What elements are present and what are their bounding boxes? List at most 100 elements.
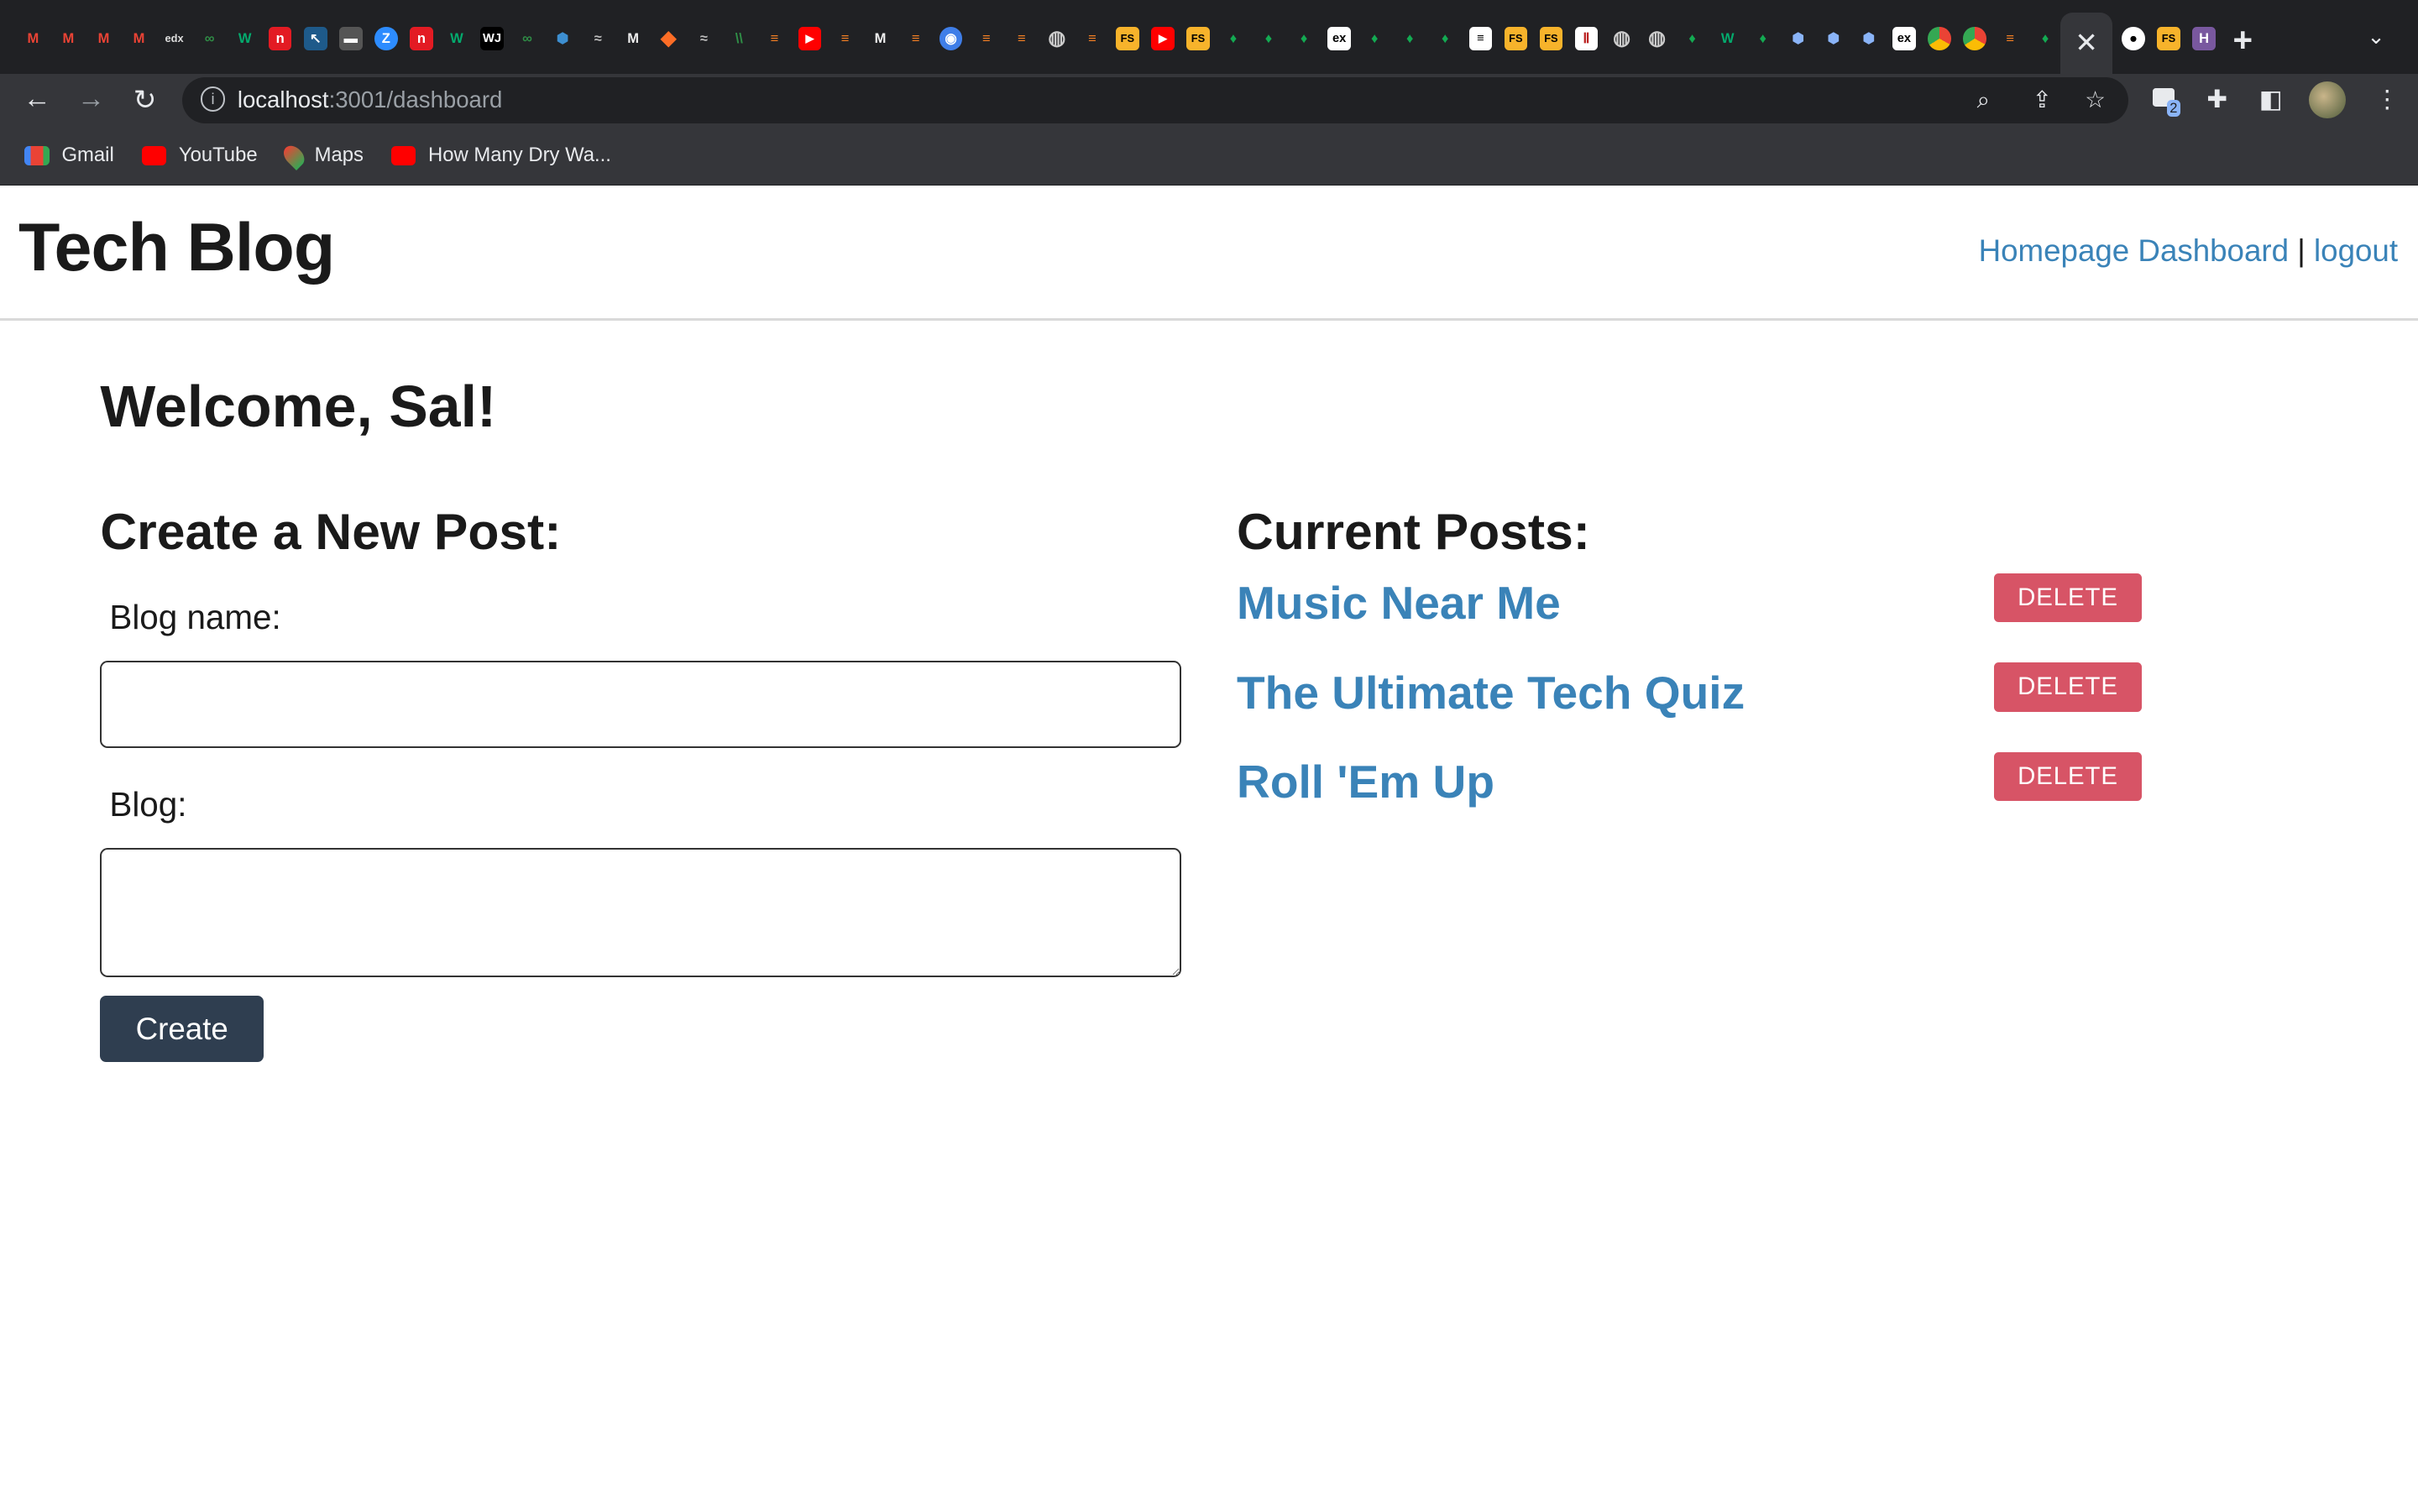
tab[interactable]: ≡ bbox=[1992, 22, 2028, 55]
tab[interactable]: ↖ bbox=[298, 22, 333, 55]
tab[interactable]: FS bbox=[1110, 22, 1145, 55]
tab-search-chevron-icon[interactable]: ⌄ bbox=[2367, 24, 2385, 50]
bookmark-how-many-dry-walls[interactable]: How Many Dry Wa... bbox=[390, 144, 611, 167]
tab[interactable]: ◍ bbox=[1604, 22, 1639, 55]
tab[interactable]: ♦ bbox=[1392, 22, 1427, 55]
profile-avatar[interactable] bbox=[2308, 81, 2346, 119]
delete-post-button[interactable]: DELETE bbox=[1993, 573, 2143, 623]
share-icon[interactable]: ⇪ bbox=[2033, 86, 2052, 113]
tab[interactable]: M bbox=[50, 22, 86, 55]
tab[interactable]: ♦ bbox=[1745, 22, 1781, 55]
tab[interactable]: M bbox=[86, 22, 121, 55]
tab[interactable]: edx bbox=[157, 22, 192, 55]
side-panel-icon[interactable]: ◧ bbox=[2259, 85, 2283, 114]
tab[interactable]: ≡ bbox=[898, 22, 934, 55]
tab[interactable]: n bbox=[263, 22, 298, 55]
tab[interactable]: WJ bbox=[474, 22, 510, 55]
bookmark-gmail[interactable]: Gmail bbox=[24, 144, 114, 167]
bookmark-maps[interactable]: Maps bbox=[279, 141, 364, 170]
zoom-icon: Z bbox=[374, 27, 398, 50]
tab[interactable]: ≈ bbox=[686, 22, 721, 55]
tab[interactable]: ≡ bbox=[827, 22, 862, 55]
cube-icon: ⬢ bbox=[1862, 29, 1876, 46]
tab[interactable]: W bbox=[1710, 22, 1745, 55]
delete-post-button[interactable]: DELETE bbox=[1993, 751, 2143, 802]
post-title-link[interactable]: The Ultimate Tech Quiz bbox=[1237, 666, 1745, 719]
extension-badge-icon[interactable]: 2 bbox=[2153, 85, 2181, 118]
tab[interactable]: ▶ bbox=[1145, 22, 1180, 55]
tab[interactable]: ♦ bbox=[1286, 22, 1322, 55]
tab[interactable]: ex bbox=[1887, 22, 1922, 55]
tab[interactable]: ● bbox=[2116, 22, 2151, 55]
blog-name-input[interactable] bbox=[100, 660, 1181, 749]
tab[interactable]: ♦ bbox=[1216, 22, 1251, 55]
tab[interactable]: ♦ bbox=[1251, 22, 1286, 55]
tab[interactable]: H bbox=[2186, 22, 2222, 55]
current-posts: Current Posts: Music Near Me DELETE The … bbox=[1237, 502, 2162, 845]
tab[interactable]: ♦ bbox=[1427, 22, 1463, 55]
tab[interactable]: ≡ bbox=[969, 22, 1004, 55]
tab[interactable]: ≡ bbox=[1075, 22, 1110, 55]
tab[interactable]: FS bbox=[1498, 22, 1533, 55]
tab[interactable]: Z bbox=[369, 22, 404, 55]
post-title-link[interactable]: Roll 'Em Up bbox=[1237, 755, 1494, 808]
tab[interactable]: ≡ bbox=[1463, 22, 1498, 55]
tab[interactable]: ♦ bbox=[1357, 22, 1392, 55]
tab[interactable]: M bbox=[862, 22, 898, 55]
close-tab-icon[interactable]: ✕ bbox=[2075, 26, 2098, 60]
delete-post-button[interactable]: DELETE bbox=[1993, 662, 2143, 712]
tab[interactable]: ∞ bbox=[510, 22, 545, 55]
tab[interactable]: M bbox=[15, 22, 50, 55]
tab[interactable]: ◍ bbox=[1640, 22, 1675, 55]
slash-icon: \\ bbox=[735, 29, 743, 46]
menu-kebab-icon[interactable]: ⋮ bbox=[2375, 85, 2400, 114]
tab[interactable]: ⬢ bbox=[1816, 22, 1851, 55]
extensions-puzzle-icon[interactable]: ✚ bbox=[2206, 85, 2227, 114]
tab[interactable]: ◉ bbox=[934, 22, 969, 55]
tab[interactable]: ∞ bbox=[192, 22, 228, 55]
post-title-link[interactable]: Music Near Me bbox=[1237, 576, 1561, 630]
tab[interactable]: Ⅱ bbox=[1568, 22, 1604, 55]
tab[interactable]: M bbox=[122, 22, 157, 55]
tab[interactable]: ≡ bbox=[756, 22, 792, 55]
reload-icon[interactable]: ↻ bbox=[128, 83, 161, 117]
forward-arrow-icon[interactable]: → bbox=[74, 83, 107, 115]
tab[interactable]: FS bbox=[1533, 22, 1568, 55]
bookmark-star-icon[interactable]: ☆ bbox=[2085, 86, 2106, 113]
back-arrow-icon[interactable]: ← bbox=[20, 83, 54, 115]
tab[interactable]: ≈ bbox=[580, 22, 615, 55]
tab[interactable]: ⬢ bbox=[1781, 22, 1816, 55]
zoom-icon[interactable]: ⌕ bbox=[1977, 86, 1990, 114]
tab[interactable]: ex bbox=[1322, 22, 1357, 55]
tab[interactable]: M bbox=[615, 22, 651, 55]
tab[interactable]: W bbox=[439, 22, 474, 55]
tab[interactable]: ◆ bbox=[651, 22, 686, 55]
new-tab-button[interactable]: + bbox=[2233, 20, 2253, 60]
tab[interactable]: FS bbox=[1180, 22, 1216, 55]
create-button[interactable]: Create bbox=[100, 996, 264, 1063]
dashboard-link[interactable]: Dashboard bbox=[2138, 233, 2289, 268]
tab[interactable]: ▶ bbox=[792, 22, 827, 55]
tab[interactable]: FS bbox=[2151, 22, 2186, 55]
tab[interactable]: n bbox=[404, 22, 439, 55]
url-text[interactable]: localhost:3001/dashboard bbox=[238, 86, 503, 113]
tab[interactable]: W bbox=[228, 22, 263, 55]
bookmark-youtube[interactable]: YouTube bbox=[141, 144, 258, 167]
tab[interactable]: \\ bbox=[721, 22, 756, 55]
tab[interactable] bbox=[1957, 22, 1992, 55]
address-bar[interactable]: i localhost:3001/dashboard ⌕ ⇪ ☆ bbox=[181, 76, 2128, 123]
active-tab[interactable]: ✕ bbox=[2059, 12, 2113, 75]
tab[interactable]: ▬ bbox=[333, 22, 369, 55]
tab[interactable]: ♦ bbox=[1675, 22, 1710, 55]
tab[interactable] bbox=[1922, 22, 1957, 55]
tab[interactable]: ♦ bbox=[2028, 22, 2063, 55]
site-title[interactable]: Tech Blog bbox=[18, 209, 335, 287]
tab[interactable]: ⬢ bbox=[545, 22, 580, 55]
tab[interactable]: ⬢ bbox=[1851, 22, 1887, 55]
blog-body-textarea[interactable] bbox=[100, 847, 1181, 978]
homepage-link[interactable]: Homepage bbox=[1979, 233, 2130, 268]
site-info-icon[interactable]: i bbox=[200, 86, 226, 112]
logout-link[interactable]: logout bbox=[2314, 233, 2398, 268]
tab[interactable]: ≡ bbox=[1004, 22, 1039, 55]
tab[interactable]: ◍ bbox=[1039, 22, 1075, 55]
